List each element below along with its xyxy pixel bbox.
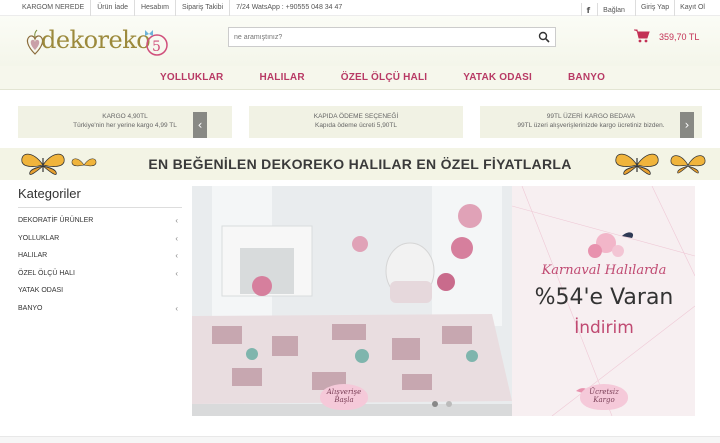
promo-line-2: %54'e Varan: [534, 285, 674, 310]
info-title: 99TL ÜZERİ KARGO BEDAVA: [546, 113, 636, 120]
slider-dot[interactable]: [446, 401, 452, 407]
slider-prev-button[interactable]: ‹: [193, 112, 207, 138]
svg-text:5: 5: [152, 39, 161, 55]
promo-strip: EN BEĞENİLEN DEKOREKO HALILAR EN ÖZEL Fİ…: [0, 148, 720, 180]
chevron-left-icon: ‹: [175, 216, 178, 225]
nav-yolluklar[interactable]: YOLLUKLAR: [160, 66, 223, 90]
chevron-left-icon: ‹: [175, 303, 178, 313]
sidebar-item-label: ÖZEL ÖLÇÜ HALI: [18, 269, 75, 277]
sidebar-item-label: BANYO: [18, 304, 43, 312]
sidebar-item-banyo[interactable]: BANYO ‹: [18, 300, 182, 318]
sidebar-title: Kategoriler: [18, 186, 182, 208]
nav-halilar[interactable]: HALILAR: [259, 66, 304, 90]
link-siparis-takibi[interactable]: Sipariş Takibi: [176, 0, 231, 16]
promo-line-3: İndirim: [574, 318, 634, 338]
chevron-left-icon: ‹: [175, 268, 178, 278]
chevron-left-icon: ‹: [175, 233, 178, 243]
main-nav: YOLLUKLAR HALILAR ÖZEL ÖLÇÜ HALI YATAK O…: [0, 66, 720, 90]
sidebar-item-label: HALILAR: [18, 252, 48, 259]
info-title: KAPIDA ÖDEME SEÇENEĞİ: [313, 113, 399, 120]
slider-next-button[interactable]: ›: [680, 112, 694, 138]
hero-slider[interactable]: Karnaval Halılarda %54'e Varan İndirim A…: [192, 186, 695, 416]
logo[interactable]: dekoreko 5: [25, 22, 175, 62]
cart[interactable]: 359,70 TL: [634, 28, 714, 48]
sidebar-item-halilar[interactable]: HALILAR ‹: [18, 247, 182, 265]
sidebar-item-label: DEKORATİF ÜRÜNLER: [18, 217, 94, 224]
link-kargom-nerede[interactable]: KARGOM NEREDE: [22, 0, 92, 16]
search-input[interactable]: [229, 28, 529, 46]
top-links: KARGOM NEREDE Ürün İade Hesabım Sipariş …: [22, 0, 348, 16]
page-bottom-divider: [0, 436, 720, 443]
sidebar-item-yolluklar[interactable]: YOLLUKLAR ‹: [18, 230, 182, 248]
nav-banyo[interactable]: BANYO: [568, 66, 605, 90]
category-sidebar: Kategoriler DEKORATİF ÜRÜNLER ‹ YOLLUKLA…: [18, 186, 182, 317]
whatsapp-contact[interactable]: 7/24 WatsApp : +90555 048 34 47: [230, 0, 348, 16]
sidebar-item-yatak-odasi[interactable]: YATAK ODASI: [18, 282, 182, 300]
butterfly-icon: [670, 155, 706, 174]
sidebar-item-label: YATAK ODASI: [18, 287, 64, 294]
butterfly-icon: [615, 153, 659, 175]
logo-anniversary-badge: 5: [145, 30, 168, 56]
link-urun-iade[interactable]: Ürün İade: [91, 0, 135, 16]
logo-text: dekoreko: [41, 26, 151, 54]
free-shipping-badge: Ücretsiz Kargo: [580, 384, 628, 410]
sidebar-item-ozel-olcu-hali[interactable]: ÖZEL ÖLÇÜ HALI ‹: [18, 265, 182, 283]
search-box: [228, 27, 556, 47]
slider-dot[interactable]: [432, 401, 438, 407]
sidebar-item-dekoratif-urunler[interactable]: DEKORATİF ÜRÜNLER ‹: [18, 212, 182, 230]
top-utility-bar: KARGOM NEREDE Ürün İade Hesabım Sipariş …: [0, 0, 720, 22]
site-header: dekoreko 5 359,70 TL: [0, 16, 720, 66]
slider-pagination: [432, 401, 452, 407]
start-shopping-badge[interactable]: Alışverişe Başla: [320, 384, 368, 410]
nav-yatak-odasi[interactable]: YATAK ODASI: [463, 66, 532, 90]
cart-total: 359,70 TL: [659, 32, 700, 42]
chevron-left-icon: ‹: [175, 251, 178, 260]
sidebar-item-label: YOLLUKLAR: [18, 234, 60, 242]
info-desc: Kapıda ödeme ücreti 5,90TL: [314, 122, 398, 129]
nav-ozel-olcu-hali[interactable]: ÖZEL ÖLÇÜ HALI: [341, 66, 428, 90]
info-box-cod: KAPIDA ÖDEME SEÇENEĞİ Kapıda ödeme ücret…: [249, 106, 463, 138]
search-icon[interactable]: [538, 31, 550, 43]
promo-line-1: Karnaval Halılarda: [541, 263, 667, 278]
cart-icon: [634, 29, 650, 43]
info-box-free-shipping: 99TL ÜZERİ KARGO BEDAVA 99TL üzeri alışv…: [480, 106, 702, 138]
info-desc: 99TL üzeri alışverişlerinizde kargo ücre…: [517, 122, 665, 129]
link-hesabim[interactable]: Hesabım: [135, 0, 176, 16]
